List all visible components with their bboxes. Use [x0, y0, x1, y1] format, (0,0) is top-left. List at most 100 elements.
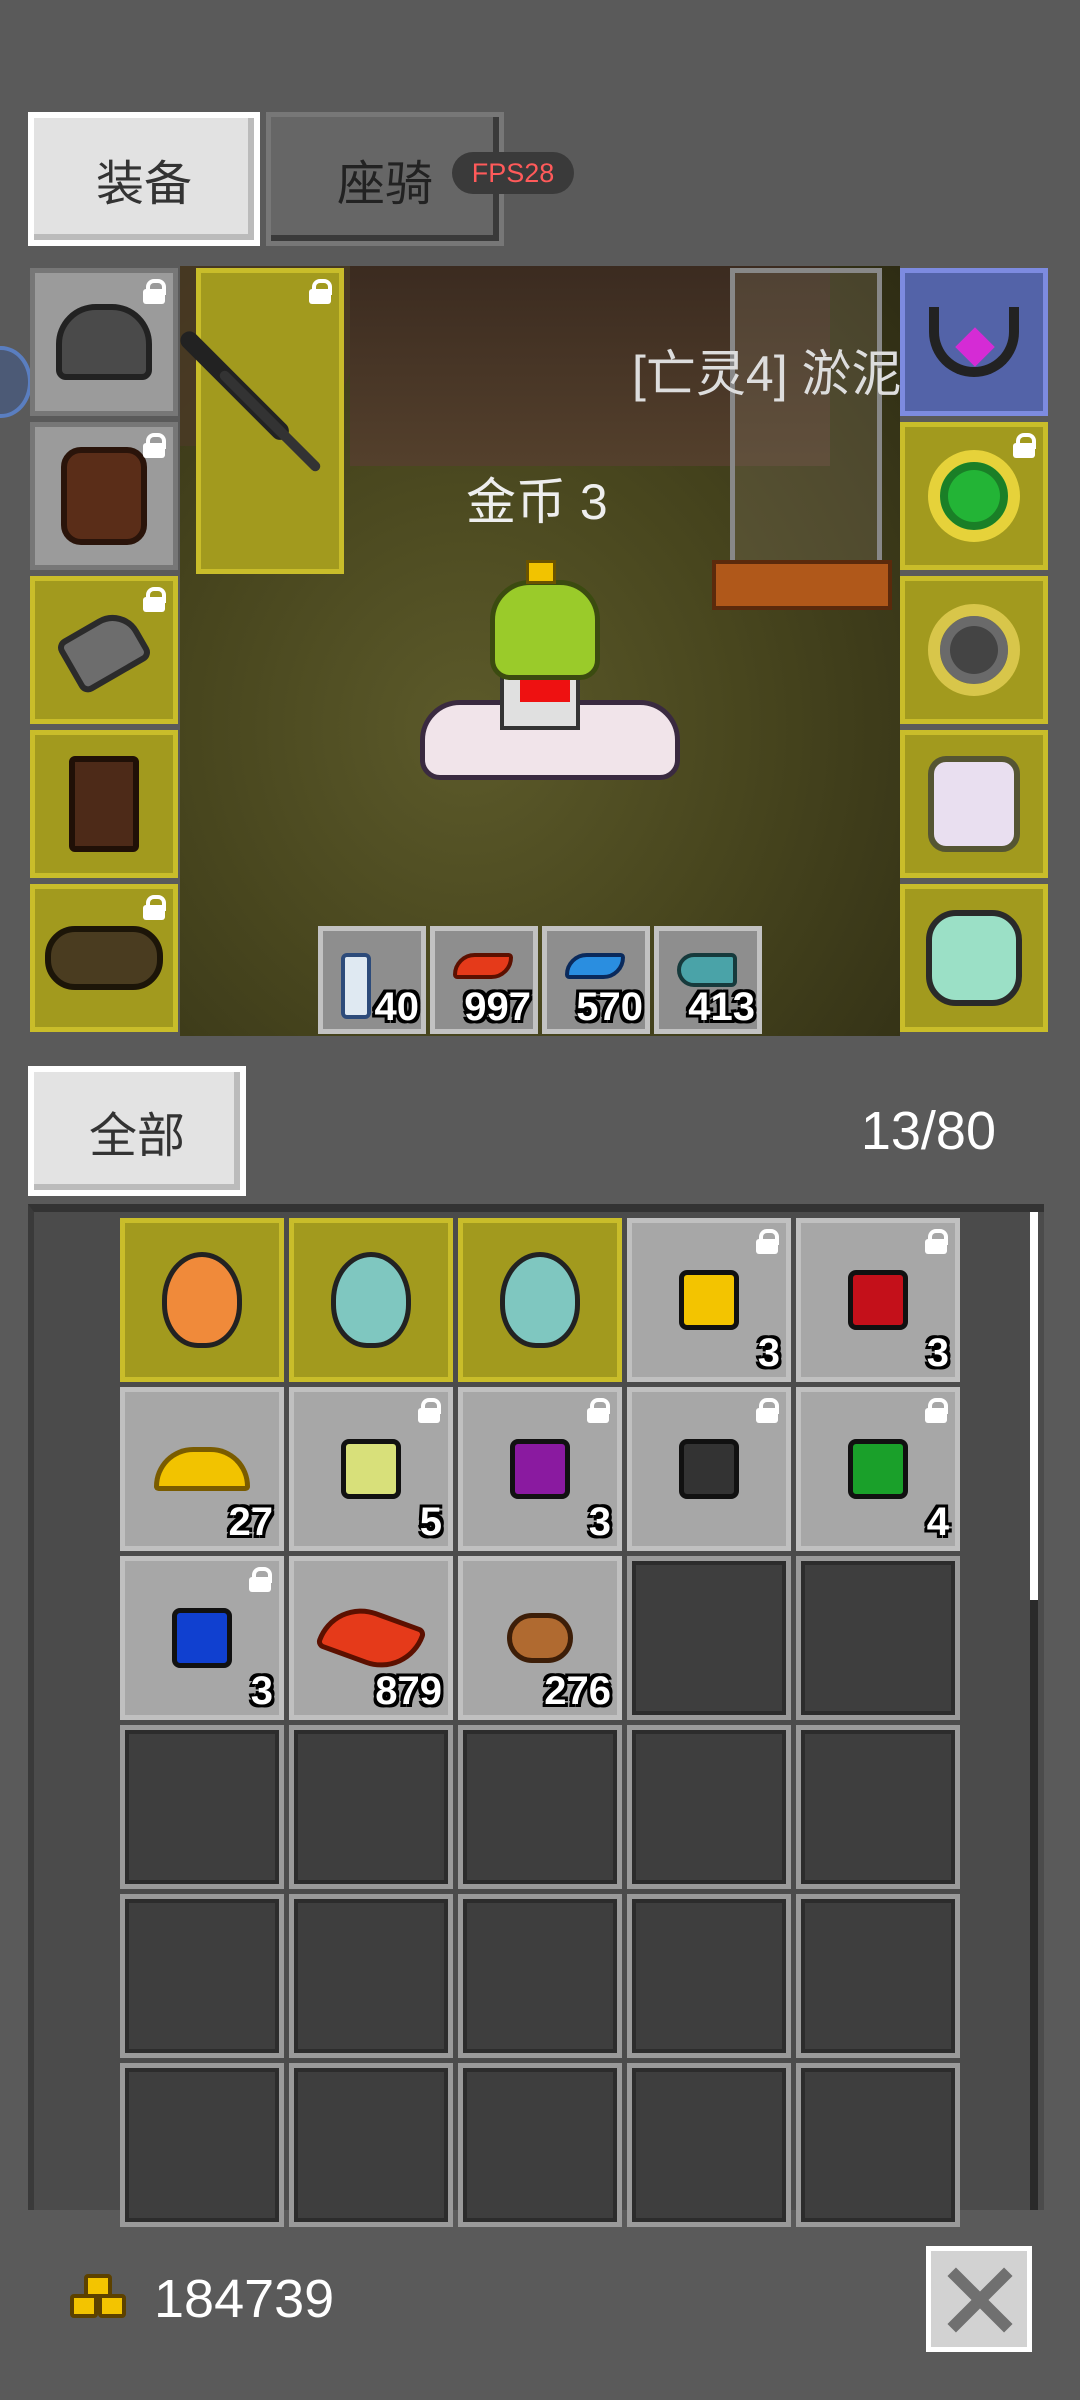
- player-hair: [490, 580, 600, 680]
- lock-icon: [925, 1229, 948, 1255]
- lock-icon: [587, 1398, 610, 1424]
- lock-icon: [249, 1567, 272, 1593]
- inventory-empty-slot[interactable]: [627, 1894, 791, 2058]
- inventory-item-green-gem[interactable]: 4: [796, 1387, 960, 1551]
- item-count: 3: [588, 1500, 611, 1544]
- item-count: 3: [757, 1331, 780, 1375]
- lock-icon: [143, 895, 166, 921]
- armor-icon: [61, 447, 147, 545]
- inventory-empty-slot[interactable]: [120, 1894, 284, 2058]
- purple-gem-icon: [510, 1439, 570, 1499]
- inventory-item-teal-egg[interactable]: [289, 1218, 453, 1382]
- item-count: 27: [228, 1500, 274, 1544]
- inventory-empty-slot[interactable]: [796, 1725, 960, 1889]
- inventory-empty-slot[interactable]: [289, 2063, 453, 2227]
- gold-amount: 184739: [154, 2269, 335, 2329]
- inventory-item-teal-egg[interactable]: [458, 1218, 622, 1382]
- inventory-empty-slot[interactable]: [289, 1725, 453, 1889]
- filter-all-button[interactable]: 全部: [28, 1066, 246, 1196]
- equip-slot-armor[interactable]: [30, 422, 178, 570]
- inventory-empty-slot[interactable]: [458, 1894, 622, 2058]
- black-ring-icon: [928, 604, 1020, 696]
- equip-slot-gloves[interactable]: [30, 576, 178, 724]
- unicorn-pet-icon: [928, 756, 1020, 852]
- item-count: 4: [926, 1500, 949, 1544]
- red-gem-icon: [848, 1270, 908, 1330]
- inventory-empty-slot[interactable]: [458, 1725, 622, 1889]
- lock-icon: [143, 587, 166, 613]
- red-feather-icon: [453, 953, 513, 979]
- inventory-empty-slot[interactable]: [796, 1556, 960, 1720]
- inventory-empty-slot[interactable]: [627, 2063, 791, 2227]
- tab-equipment[interactable]: 装备: [28, 112, 260, 246]
- item-count: 3: [926, 1331, 949, 1375]
- gold-drop-label: 金币 3: [466, 474, 608, 530]
- item-count: 3: [250, 1669, 273, 1713]
- inventory-empty-slot[interactable]: [458, 2063, 622, 2227]
- equip-slot-necklace[interactable]: [900, 268, 1048, 416]
- helmet-icon: [56, 304, 152, 380]
- seed-icon: [507, 1613, 573, 1663]
- inventory-scroll-track: [1030, 1600, 1038, 2210]
- equip-slot-ring-1[interactable]: [900, 422, 1048, 570]
- inventory-empty-slot[interactable]: [796, 1894, 960, 2058]
- inventory-item-blue-gem[interactable]: 3: [120, 1556, 284, 1720]
- quick-slot-red-feather[interactable]: 997: [430, 926, 538, 1034]
- inventory-scrollbar[interactable]: [1030, 1212, 1038, 1600]
- equip-slot-weapon[interactable]: [196, 268, 344, 574]
- inventory-item-purple-gem[interactable]: 3: [458, 1387, 622, 1551]
- side-orb-button[interactable]: [0, 346, 32, 418]
- close-button[interactable]: [926, 2246, 1032, 2352]
- item-count: 276: [544, 1669, 611, 1713]
- inventory-item-red-gem[interactable]: 3: [796, 1218, 960, 1382]
- gold-balance: 184739: [70, 2268, 334, 2330]
- lock-icon: [756, 1398, 779, 1424]
- inventory-empty-slot[interactable]: [120, 1725, 284, 1889]
- fish-icon: [677, 953, 737, 987]
- inventory-item-yellow-gem[interactable]: 3: [627, 1218, 791, 1382]
- equip-slot-pet-2[interactable]: [900, 884, 1048, 1032]
- npc-statue: [730, 268, 882, 574]
- inventory-item-black-gem[interactable]: [627, 1387, 791, 1551]
- green-gem-icon: [848, 1439, 908, 1499]
- inventory-empty-slot[interactable]: [627, 1556, 791, 1720]
- inventory-empty-slot[interactable]: [120, 2063, 284, 2227]
- lock-icon: [143, 279, 166, 305]
- yellow-gem-icon: [679, 1270, 739, 1330]
- lock-icon: [418, 1398, 441, 1424]
- blue-gem-icon: [172, 1608, 232, 1668]
- quick-slot-count: 40: [374, 985, 420, 1029]
- equip-slot-ring-2[interactable]: [900, 576, 1048, 724]
- lock-icon: [925, 1398, 948, 1424]
- equip-slot-helmet[interactable]: [30, 268, 178, 416]
- quick-slot-blue-feather[interactable]: 570: [542, 926, 650, 1034]
- inventory-item-pale-green-gem[interactable]: 5: [289, 1387, 453, 1551]
- inventory-item-seed[interactable]: 276: [458, 1556, 622, 1720]
- green-ring-icon: [928, 450, 1020, 542]
- statue-base: [712, 560, 892, 610]
- quick-slot-count: 413: [688, 985, 755, 1029]
- inventory-capacity: 13/80: [860, 1101, 996, 1161]
- quick-slot-fish[interactable]: 413: [654, 926, 762, 1034]
- lock-icon: [756, 1229, 779, 1255]
- inventory-empty-slot[interactable]: [796, 2063, 960, 2227]
- inventory-item-red-feather[interactable]: 879: [289, 1556, 453, 1720]
- player-crown: [526, 560, 556, 584]
- lock-icon: [143, 433, 166, 459]
- gauntlet-icon: [54, 604, 154, 696]
- gold-pile-icon: [154, 1447, 250, 1491]
- equip-slot-pet-1[interactable]: [900, 730, 1048, 878]
- quick-slot-scroll[interactable]: 40: [318, 926, 426, 1034]
- lock-icon: [309, 279, 332, 305]
- blue-feather-icon: [565, 953, 625, 979]
- pale-green-gem-icon: [341, 1439, 401, 1499]
- boots-icon: [69, 756, 139, 852]
- inventory-item-orange-egg[interactable]: [120, 1218, 284, 1382]
- inventory-empty-slot[interactable]: [627, 1725, 791, 1889]
- green-pet-icon: [926, 910, 1022, 1006]
- inventory-empty-slot[interactable]: [289, 1894, 453, 2058]
- item-count: 5: [419, 1500, 442, 1544]
- equip-slot-belt[interactable]: [30, 884, 178, 1032]
- inventory-item-gold-pile[interactable]: 27: [120, 1387, 284, 1551]
- equip-slot-boots[interactable]: [30, 730, 178, 878]
